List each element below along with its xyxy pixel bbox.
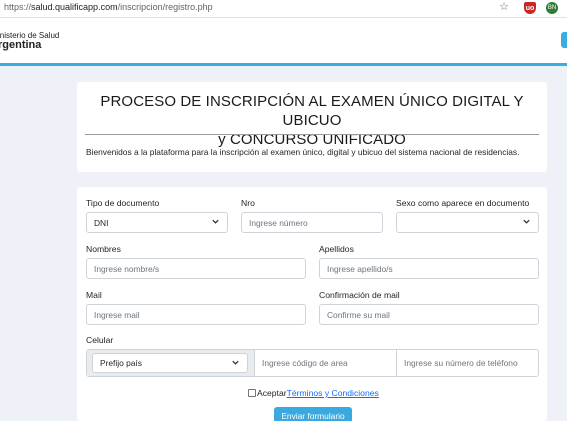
mail-input[interactable]: Ingrese mail xyxy=(86,304,306,325)
phone-input-group: Prefijo país Ingrese código de area Ingr… xyxy=(86,349,539,377)
site-header: inisterio de Salud rgentina xyxy=(0,18,567,66)
nro-placeholder: Ingrese número xyxy=(249,217,308,228)
prefix-country-select[interactable]: Prefijo país xyxy=(92,353,248,373)
browser-toolbar: https://salud.qualificapp.com/inscripcio… xyxy=(0,0,567,18)
apellidos-input[interactable]: Ingrese apellido/s xyxy=(319,258,539,279)
intro-card: PROCESO DE INSCRIPCIÓN AL EXAMEN ÚNICO D… xyxy=(77,82,547,172)
page-title: PROCESO DE INSCRIPCIÓN AL EXAMEN ÚNICO D… xyxy=(77,92,547,149)
page-title-line1: PROCESO DE INSCRIPCIÓN AL EXAMEN ÚNICO D… xyxy=(100,93,524,129)
chevron-down-icon xyxy=(231,358,240,367)
brand-line2: rgentina xyxy=(0,39,42,52)
terms-link[interactable]: Términos y Condiciones xyxy=(287,388,379,398)
mail-label: Mail xyxy=(86,290,102,300)
terms-accept-text: Aceptar xyxy=(257,388,287,398)
title-divider xyxy=(85,134,539,135)
confirm-mail-placeholder: Confirme su mail xyxy=(327,309,390,320)
nombres-label: Nombres xyxy=(86,244,121,254)
chevron-down-icon xyxy=(211,217,220,226)
star-icon[interactable]: ☆ xyxy=(498,0,510,13)
prefix-wrapper: Prefijo país xyxy=(87,350,255,376)
nombres-input[interactable]: Ingrese nombre/s xyxy=(86,258,306,279)
confirm-mail-label: Confirmación de mail xyxy=(319,290,400,300)
sexo-select[interactable] xyxy=(396,212,539,233)
bl-icon[interactable]: BN xyxy=(546,2,558,14)
submit-button[interactable]: Enviar formulario xyxy=(274,407,352,421)
phone-number-input[interactable]: Ingrese su número de teléfono xyxy=(397,350,538,376)
terms-row: Aceptar Términos y Condiciones xyxy=(248,388,379,398)
nro-label: Nro xyxy=(241,198,255,208)
address-bar[interactable]: https://salud.qualificapp.com/inscripcio… xyxy=(4,2,213,12)
url-path: /inscripcion/registro.php xyxy=(117,2,213,12)
registration-form: Tipo de documento DNI Nro Ingrese número… xyxy=(77,187,547,421)
brand-logo[interactable]: inisterio de Salud rgentina xyxy=(0,31,59,52)
chevron-down-icon xyxy=(522,217,531,226)
sexo-label: Sexo como aparece en documento xyxy=(396,198,530,208)
area-code-input[interactable]: Ingrese código de area xyxy=(255,350,397,376)
intro-text: Bienvenidos a la plataforma para la insc… xyxy=(86,147,520,157)
apellidos-placeholder: Ingrese apellido/s xyxy=(327,263,393,274)
tipo-documento-select[interactable]: DNI xyxy=(86,212,228,233)
menu-toggle-button[interactable] xyxy=(561,32,567,48)
confirm-mail-input[interactable]: Confirme su mail xyxy=(319,304,539,325)
mail-placeholder: Ingrese mail xyxy=(94,309,140,320)
area-code-placeholder: Ingrese código de area xyxy=(262,358,348,368)
ublock-icon[interactable]: uo xyxy=(524,2,536,14)
tipo-documento-label: Tipo de documento xyxy=(86,198,160,208)
url-host: salud.qualificapp.com xyxy=(31,2,118,12)
url-scheme: https:// xyxy=(4,2,32,12)
nro-input[interactable]: Ingrese número xyxy=(241,212,383,233)
apellidos-label: Apellidos xyxy=(319,244,354,254)
prefix-value: Prefijo país xyxy=(100,358,142,368)
nombres-placeholder: Ingrese nombre/s xyxy=(94,263,160,274)
tipo-documento-value: DNI xyxy=(94,217,109,228)
terms-checkbox[interactable] xyxy=(248,389,256,397)
phone-number-placeholder: Ingrese su número de teléfono xyxy=(404,358,518,368)
celular-label: Celular xyxy=(86,335,114,345)
